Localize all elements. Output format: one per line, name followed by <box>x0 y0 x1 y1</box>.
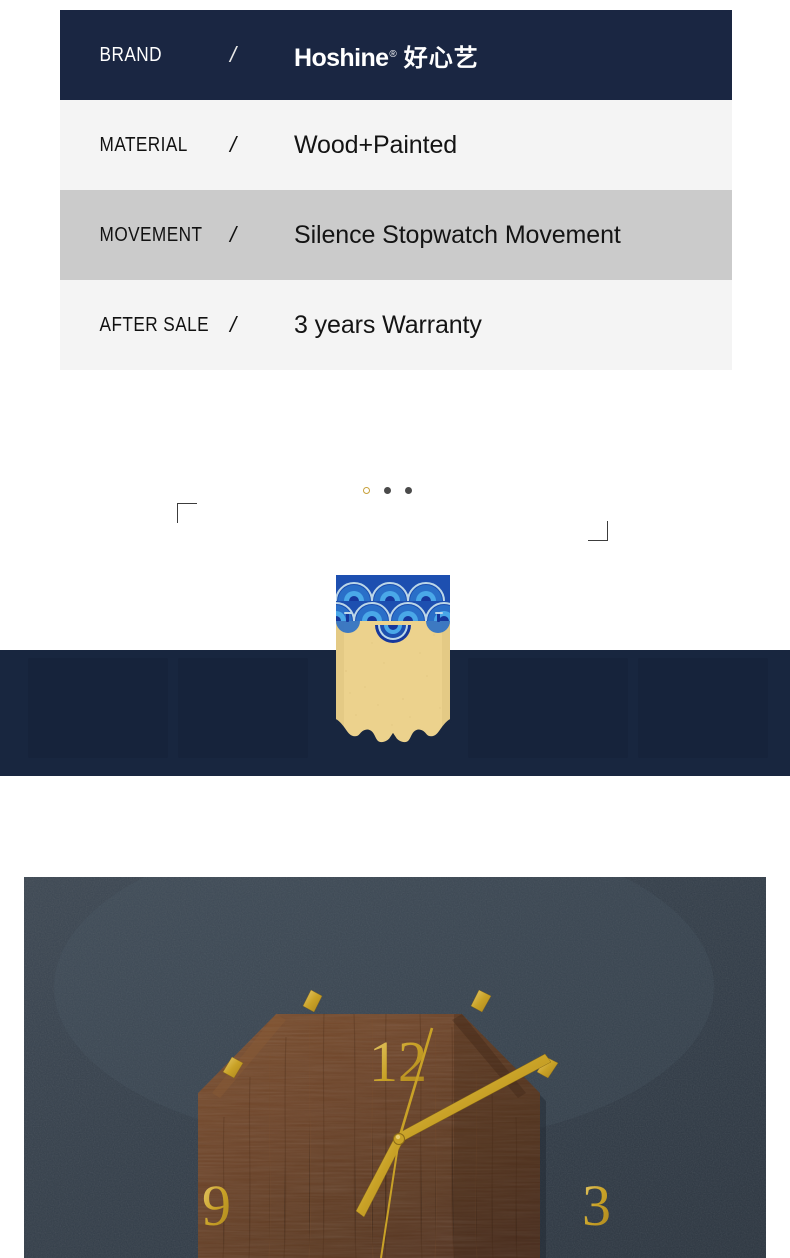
product-photo-wall-clock: 12 3 9 <box>24 877 766 1258</box>
navy-panel-4 <box>638 658 768 758</box>
table-row-brand: BRAND / Hoshine ® 好心艺 <box>60 10 732 100</box>
clock-numeral-3: 3 <box>582 1173 611 1238</box>
registered-trademark-icon: ® <box>389 48 397 60</box>
corner-bracket-bottom-right-icon <box>588 521 608 541</box>
clock-numeral-9: 9 <box>202 1173 231 1238</box>
table-row-material: MATERIAL / Wood+Painted <box>60 100 732 190</box>
table-row-after-sale: AFTER SALE / 3 years Warranty <box>60 280 732 370</box>
spec-separator-after-sale: / <box>230 312 237 337</box>
spec-separator-brand: / <box>230 42 237 67</box>
table-row-movement: MOVEMENT / Silence Stopwatch Movement <box>60 190 732 280</box>
navy-panel-3 <box>468 658 628 758</box>
brand-chinese-text: 好心艺 <box>403 44 479 72</box>
product-detail-page: BRAND / Hoshine ® 好心艺 MATERIAL / Wood+Pa… <box>0 0 790 1258</box>
specification-table: BRAND / Hoshine ® 好心艺 MATERIAL / Wood+Pa… <box>60 10 732 370</box>
clock-numeral-12: 12 <box>369 1029 427 1094</box>
corner-bracket-top-left-icon <box>177 503 197 523</box>
spec-value-material: Wood+Painted <box>294 130 458 159</box>
chinese-wave-banner-icon <box>332 575 454 750</box>
spec-value-movement: Silence Stopwatch Movement <box>294 220 621 249</box>
brand-latin-text: Hoshine <box>294 43 389 72</box>
spec-label-brand: BRAND <box>99 43 162 66</box>
spec-label-material: MATERIAL <box>99 133 188 156</box>
spec-separator-movement: / <box>230 222 237 247</box>
spec-label-after-sale: AFTER SALE <box>99 313 210 336</box>
carousel-dot-2[interactable] <box>384 486 391 494</box>
spec-label-movement: MOVEMENT <box>99 223 203 246</box>
spec-separator-material: / <box>230 132 237 157</box>
carousel-dot-1[interactable] <box>363 486 370 494</box>
navy-panel-1 <box>28 658 168 758</box>
navy-panel-2 <box>178 658 308 758</box>
spec-value-after-sale: 3 years Warranty <box>294 310 482 339</box>
carousel-dot-3[interactable] <box>405 486 412 494</box>
brand-logo: Hoshine ® 好心艺 <box>294 38 479 73</box>
carousel-dots[interactable] <box>363 484 423 496</box>
